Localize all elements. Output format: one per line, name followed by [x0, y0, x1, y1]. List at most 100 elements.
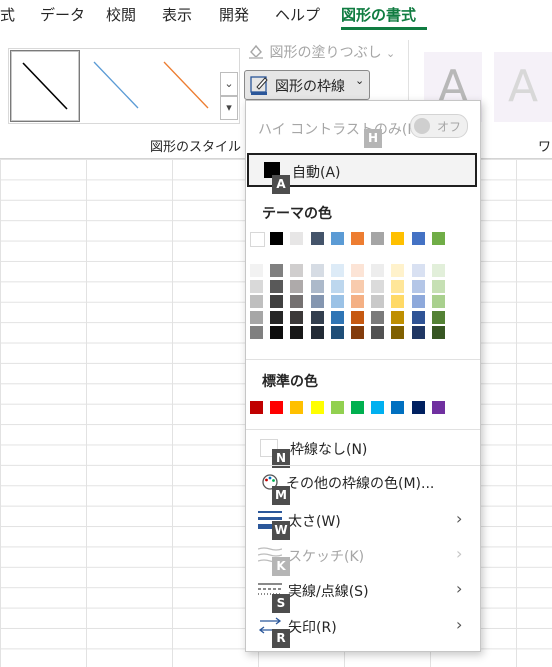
- theme-shade-swatch[interactable]: [351, 264, 364, 277]
- auto-label: 自動(A): [292, 165, 341, 181]
- gallery-more-button[interactable]: ▾: [220, 96, 238, 120]
- theme-color-swatch[interactable]: [411, 232, 425, 245]
- theme-shade-swatch[interactable]: [371, 295, 385, 308]
- theme-shade-swatch[interactable]: [250, 310, 263, 324]
- theme-shade-swatch[interactable]: [431, 295, 445, 308]
- theme-shade-swatch[interactable]: [411, 279, 425, 293]
- more-colors-label: その他の枠線の色(M)...: [286, 476, 435, 492]
- theme-shade-swatch[interactable]: [411, 326, 425, 339]
- theme-shade-swatch[interactable]: [330, 326, 344, 339]
- shape-outline-dropdown: ハイ コントラストのみ(H) オフ H 自動(A) A テーマの色 標準の色 枠…: [245, 100, 481, 652]
- theme-shade-swatch[interactable]: [250, 295, 263, 308]
- tab-developer[interactable]: 開発: [219, 4, 249, 25]
- theme-shade-swatch[interactable]: [391, 295, 405, 308]
- standard-color-swatch[interactable]: [351, 401, 364, 414]
- keytip-r: R: [272, 629, 290, 648]
- theme-color-swatch[interactable]: [290, 232, 304, 245]
- chevron-right-icon: ›: [456, 544, 463, 563]
- wordart-style-2[interactable]: A: [494, 52, 552, 122]
- theme-color-swatch[interactable]: [310, 232, 324, 245]
- no-outline-label: 枠線なし(N): [290, 442, 368, 458]
- theme-shade-swatch[interactable]: [391, 310, 405, 324]
- theme-shade-swatch[interactable]: [310, 326, 324, 339]
- theme-shade-swatch[interactable]: [351, 326, 364, 339]
- theme-color-swatch[interactable]: [371, 232, 385, 245]
- theme-shade-swatch[interactable]: [371, 279, 385, 293]
- chevron-right-icon: ›: [456, 615, 463, 634]
- theme-shade-swatch[interactable]: [330, 279, 344, 293]
- theme-shade-swatch[interactable]: [330, 264, 344, 277]
- theme-color-swatch[interactable]: [351, 232, 364, 245]
- theme-shade-swatch[interactable]: [310, 264, 324, 277]
- standard-color-swatch[interactable]: [371, 401, 385, 414]
- theme-shade-swatch[interactable]: [391, 279, 405, 293]
- tab-formulas-partial[interactable]: 式: [0, 4, 15, 25]
- theme-shade-swatch[interactable]: [290, 264, 304, 277]
- theme-shade-swatch[interactable]: [250, 326, 263, 339]
- theme-shade-swatch[interactable]: [290, 326, 304, 339]
- shape-fill-label: 図形の塗りつぶし: [269, 45, 382, 61]
- theme-shade-swatch[interactable]: [290, 279, 304, 293]
- theme-shade-swatch[interactable]: [310, 279, 324, 293]
- standard-color-swatch[interactable]: [411, 401, 425, 414]
- theme-shade-swatch[interactable]: [270, 295, 284, 308]
- theme-shade-swatch[interactable]: [330, 310, 344, 324]
- theme-shade-swatch[interactable]: [371, 264, 385, 277]
- theme-shade-swatch[interactable]: [310, 310, 324, 324]
- theme-shade-swatch[interactable]: [431, 264, 445, 277]
- theme-color-swatch[interactable]: [391, 232, 405, 245]
- theme-color-swatch[interactable]: [270, 232, 284, 245]
- theme-shade-swatch[interactable]: [411, 295, 425, 308]
- theme-shade-swatch[interactable]: [330, 295, 344, 308]
- theme-shade-swatch[interactable]: [290, 310, 304, 324]
- theme-shade-swatch[interactable]: [391, 326, 405, 339]
- theme-shade-swatch[interactable]: [371, 310, 385, 324]
- shape-outline-button[interactable]: 図形の枠線 ⌄: [244, 70, 370, 100]
- theme-shade-swatch[interactable]: [310, 295, 324, 308]
- line-style-blue[interactable]: [84, 50, 152, 120]
- theme-color-swatch[interactable]: [431, 232, 445, 245]
- tab-shape-format[interactable]: 図形の書式: [341, 4, 416, 25]
- standard-color-swatch[interactable]: [391, 401, 405, 414]
- standard-color-swatch[interactable]: [250, 401, 263, 414]
- theme-shade-swatch[interactable]: [250, 264, 263, 277]
- theme-shade-swatch[interactable]: [431, 279, 445, 293]
- standard-color-swatch[interactable]: [290, 401, 304, 414]
- line-style-orange[interactable]: [154, 50, 222, 120]
- high-contrast-toggle[interactable]: オフ: [410, 114, 468, 138]
- shape-fill-button[interactable]: 図形の塗りつぶし ⌄: [247, 42, 395, 62]
- gallery-scroll-down-button[interactable]: ⌄: [220, 72, 238, 96]
- keytip-s: S: [272, 594, 290, 613]
- theme-color-swatch[interactable]: [250, 232, 265, 247]
- theme-color-swatch[interactable]: [330, 232, 344, 245]
- theme-shade-swatch[interactable]: [371, 326, 385, 339]
- standard-color-swatch[interactable]: [431, 401, 445, 414]
- theme-shade-swatch[interactable]: [270, 279, 284, 293]
- theme-shade-swatch[interactable]: [411, 310, 425, 324]
- theme-shade-swatch[interactable]: [270, 310, 284, 324]
- tab-help[interactable]: ヘルプ: [275, 4, 320, 25]
- shape-outline-label: 図形の枠線: [275, 79, 345, 95]
- tab-review[interactable]: 校閲: [106, 4, 136, 25]
- theme-shade-swatch[interactable]: [411, 264, 425, 277]
- theme-shade-swatch[interactable]: [351, 295, 364, 308]
- standard-color-swatch[interactable]: [310, 401, 324, 414]
- toggle-state-label: オフ: [437, 120, 462, 134]
- theme-shade-swatch[interactable]: [250, 279, 263, 293]
- theme-shade-swatch[interactable]: [431, 310, 445, 324]
- tab-view[interactable]: 表示: [162, 4, 192, 25]
- theme-shade-swatch[interactable]: [431, 326, 445, 339]
- theme-shade-swatch[interactable]: [290, 295, 304, 308]
- chevron-down-icon: ⌄: [386, 47, 396, 60]
- tab-data[interactable]: データ: [40, 4, 85, 25]
- theme-shade-swatch[interactable]: [351, 310, 364, 324]
- theme-shade-swatch[interactable]: [270, 264, 284, 277]
- theme-shade-swatch[interactable]: [391, 264, 405, 277]
- theme-shade-swatch[interactable]: [351, 279, 364, 293]
- standard-color-swatch[interactable]: [330, 401, 344, 414]
- standard-colors-heading: 標準の色: [262, 374, 318, 390]
- theme-shade-swatch[interactable]: [270, 326, 284, 339]
- standard-color-swatch[interactable]: [270, 401, 284, 414]
- line-style-black[interactable]: [10, 50, 80, 122]
- arrows-label: 矢印(R): [288, 620, 337, 636]
